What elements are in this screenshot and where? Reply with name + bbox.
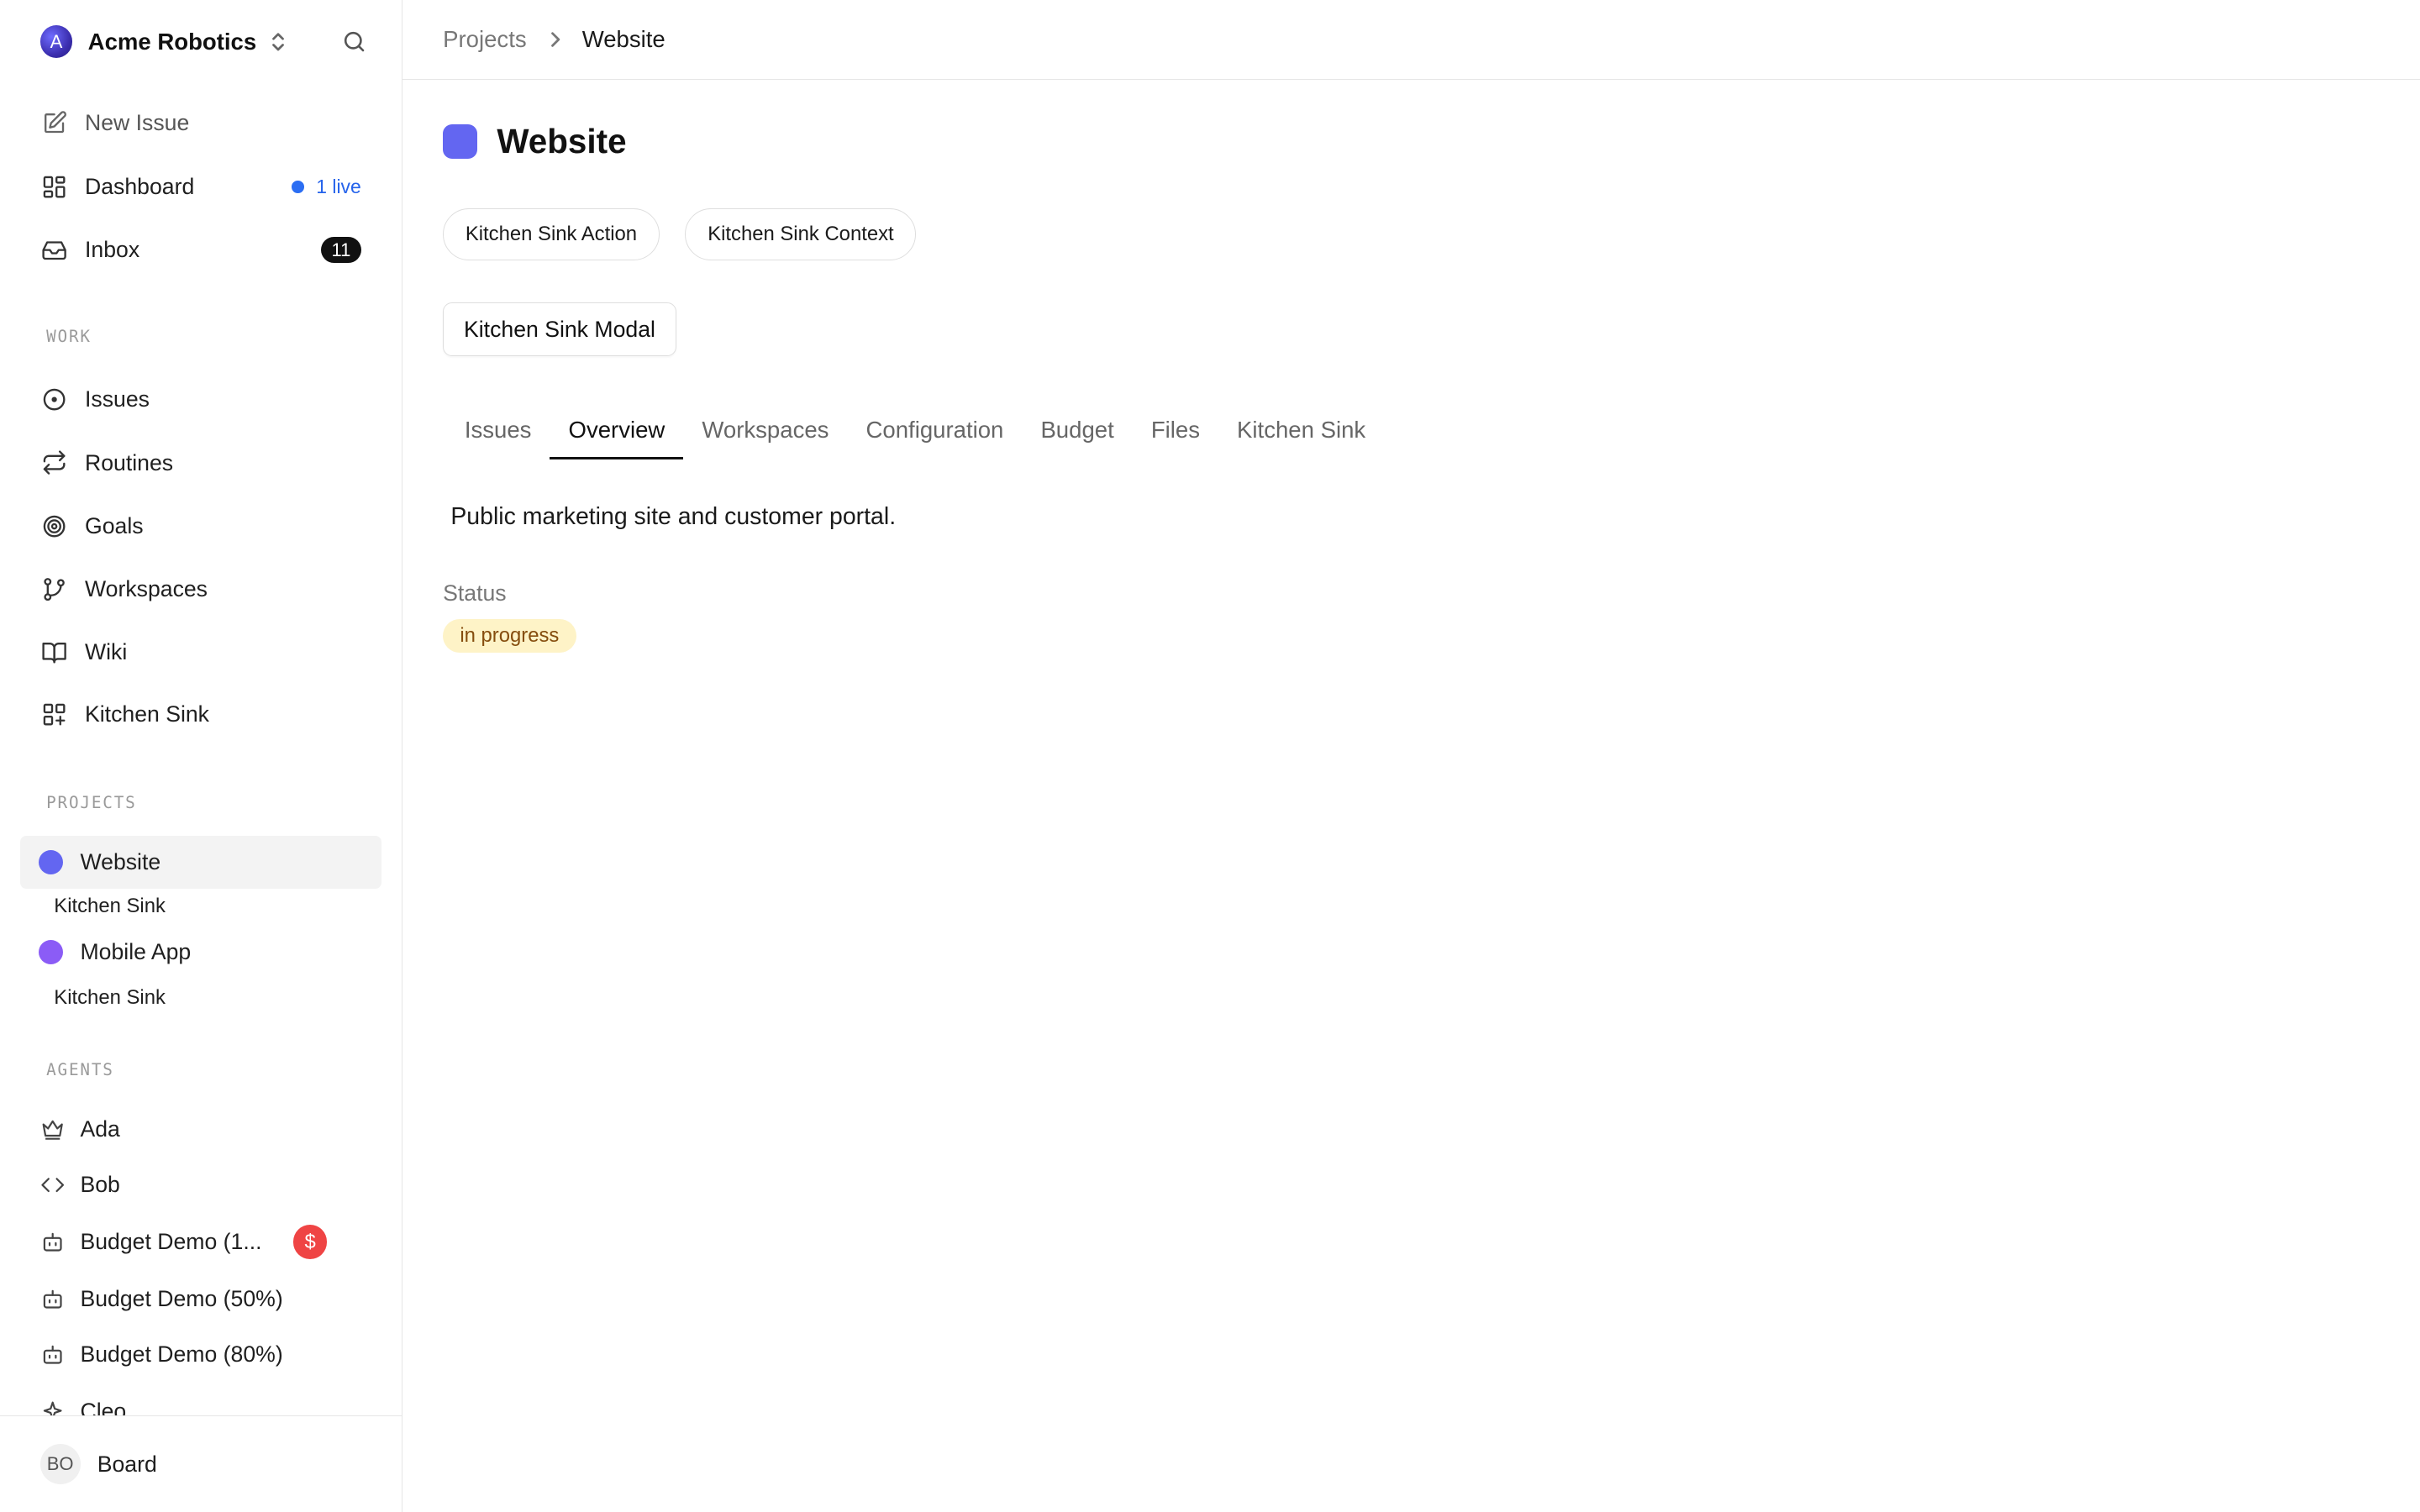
tab-budget[interactable]: Budget — [1022, 404, 1132, 459]
book-open-icon — [40, 638, 68, 666]
page-header: Website — [443, 122, 627, 161]
status-label: Status — [443, 580, 507, 606]
tab-bar: Issues Overview Workspaces Configuration… — [446, 404, 1384, 459]
tab-files[interactable]: Files — [1133, 404, 1218, 459]
project-color-dot — [38, 939, 64, 964]
section-agents: AGENTS — [46, 1059, 114, 1079]
sidebar-item-label: Dashboard — [85, 173, 195, 199]
sidebar-item-label: Routines — [85, 449, 174, 475]
sidebar-item-workspaces[interactable]: Workspaces — [40, 571, 361, 608]
tab-issues[interactable]: Issues — [446, 404, 550, 459]
agent-label: Ada — [80, 1116, 120, 1142]
sidebar-project-website[interactable]: Website — [19, 836, 381, 889]
kitchen-sink-context-button[interactable]: Kitchen Sink Context — [685, 207, 917, 261]
sidebar-item-label: Inbox — [85, 237, 140, 263]
kitchen-sink-modal-button[interactable]: Kitchen Sink Modal — [443, 302, 676, 357]
search-icon[interactable] — [341, 29, 367, 55]
tab-configuration[interactable]: Configuration — [847, 404, 1022, 459]
live-count: 1 live — [316, 175, 361, 197]
sidebar-footer[interactable]: BO Board — [0, 1415, 402, 1512]
kitchen-sink-action-button[interactable]: Kitchen Sink Action — [443, 207, 660, 261]
sidebar-item-issues[interactable]: Issues — [40, 381, 361, 418]
status-badge: in progress — [443, 618, 576, 653]
git-branch-icon — [40, 575, 68, 603]
budget-alert-badge: $ — [292, 1225, 328, 1259]
sidebar-item-goals[interactable]: Goals — [40, 507, 361, 544]
company-logo: A — [39, 25, 73, 58]
sidebar-agent-ada[interactable]: Ada — [40, 1110, 349, 1147]
target-icon — [40, 512, 68, 540]
bot-icon — [40, 1230, 65, 1254]
project-description: Public marketing site and customer porta… — [450, 502, 897, 530]
sidebar-agent-bob[interactable]: Bob — [40, 1167, 349, 1204]
crown-icon — [40, 1117, 65, 1142]
bot-icon — [40, 1342, 65, 1367]
breadcrumb-projects[interactable]: Projects — [443, 26, 527, 53]
agent-label: Budget Demo (1... — [80, 1229, 262, 1255]
inbox-count-badge: 11 — [321, 236, 361, 264]
section-work: WORK — [46, 327, 92, 347]
agent-label: Budget Demo (80%) — [80, 1341, 283, 1368]
agent-label: Bob — [80, 1172, 120, 1198]
project-color-dot — [38, 850, 64, 875]
dashboard-icon — [40, 173, 68, 201]
project-label: Website — [80, 849, 161, 875]
inbox-icon — [40, 236, 68, 264]
sidebar-item-label: Workspaces — [85, 576, 208, 602]
sidebar-item-wiki[interactable]: Wiki — [40, 634, 361, 671]
edit-icon — [40, 109, 68, 137]
sidebar-item-label: Issues — [85, 386, 150, 412]
breadcrumb-current: Website — [581, 25, 666, 52]
project-color-swatch — [443, 124, 477, 159]
bot-icon — [40, 1287, 65, 1311]
tab-overview[interactable]: Overview — [550, 404, 684, 459]
live-badge: 1 live — [291, 175, 361, 198]
sidebar-agent-budget-demo-100[interactable]: Budget Demo (1... $ — [40, 1224, 328, 1261]
grid-plus-icon — [40, 701, 68, 728]
sidebar-item-label: Kitchen Sink — [85, 701, 209, 727]
sidebar-subitem-kitchen-sink[interactable]: Kitchen Sink — [54, 895, 166, 918]
chevron-up-down-icon — [269, 31, 287, 53]
sidebar-item-label: Wiki — [85, 639, 128, 665]
sidebar-subitem-kitchen-sink[interactable]: Kitchen Sink — [54, 986, 166, 1010]
sidebar-agent-budget-demo-80[interactable]: Budget Demo (80%) — [40, 1336, 349, 1373]
sidebar-item-kitchen-sink[interactable]: Kitchen Sink — [40, 696, 361, 732]
sidebar-item-inbox[interactable]: Inbox 11 — [40, 232, 361, 269]
company-name: Acme Robotics — [87, 28, 257, 55]
page-title: Website — [497, 122, 627, 161]
sidebar-item-new-issue[interactable]: New Issue — [40, 105, 361, 142]
company-switcher[interactable]: A Acme Robotics — [39, 24, 367, 60]
tab-kitchen-sink[interactable]: Kitchen Sink — [1218, 404, 1384, 459]
breadcrumb: Projects Website — [402, 0, 2420, 80]
sidebar-item-label: New Issue — [85, 110, 190, 136]
live-dot-icon — [291, 180, 304, 193]
sidebar-agent-budget-demo-50[interactable]: Budget Demo (50%) — [40, 1280, 349, 1317]
code-icon — [40, 1173, 65, 1197]
sidebar-item-dashboard[interactable]: Dashboard 1 live — [40, 168, 361, 205]
project-label: Mobile App — [80, 938, 192, 964]
repeat-icon — [40, 449, 68, 476]
sidebar-item-routines[interactable]: Routines — [40, 444, 361, 481]
section-projects: PROJECTS — [46, 793, 137, 813]
avatar: BO — [39, 1444, 81, 1484]
user-name: Board — [97, 1451, 157, 1477]
circle-dot-icon — [40, 386, 68, 413]
agent-label: Budget Demo (50%) — [80, 1285, 283, 1311]
sidebar-project-mobile-app[interactable]: Mobile App — [20, 926, 381, 978]
tab-workspaces[interactable]: Workspaces — [683, 404, 847, 459]
chevron-right-icon — [548, 30, 563, 49]
sidebar-item-label: Goals — [85, 512, 144, 538]
sidebar: A Acme Robotics New Issue Dashboard 1 li… — [0, 0, 402, 1512]
